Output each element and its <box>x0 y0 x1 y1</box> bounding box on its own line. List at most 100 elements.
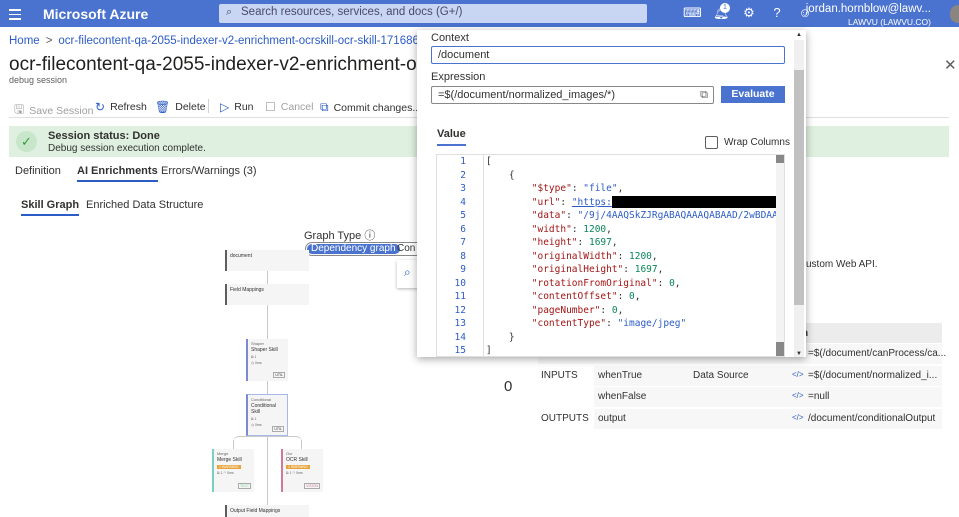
graph-type-toggle[interactable]: Dependency graph Con <box>305 242 425 256</box>
delete-button[interactable]: 🗑︎ Delete <box>155 100 206 114</box>
avatar[interactable] <box>950 5 959 23</box>
menu-icon[interactable] <box>9 6 21 20</box>
commit-button[interactable]: ⧉ Commit changes... <box>320 100 421 115</box>
json-viewer[interactable]: 1 2 3 4 5 6 7 8 9 10 11 12 13 14 15 [ { "$type": "file… <box>436 154 785 357</box>
line-number: 5 <box>460 210 466 221</box>
code-icon[interactable]: </> <box>792 413 804 422</box>
row-value: =$(/document/normalized_i... <box>808 369 938 381</box>
tab-enriched-data-structure[interactable]: Enriched Data Structure <box>86 199 203 211</box>
graph-edge <box>267 436 268 505</box>
code-icon[interactable]: </> <box>792 370 804 379</box>
row-name: output <box>598 413 626 425</box>
line-number: 14 <box>454 331 466 343</box>
graph-node-conditional[interactable]: Conditional Conditional Skill ⧉ 1 ◷ 0ms UTIL <box>246 394 288 436</box>
row-value: =$(/document/canProcess/ca... <box>808 348 947 359</box>
search-icon: ⌕ <box>226 6 233 18</box>
line-number: 9 <box>460 264 466 275</box>
row-value: /document/conditionalOutput <box>808 413 936 425</box>
graph-node-document[interactable]: document <box>225 250 309 271</box>
scroll-down-icon[interactable]: ▼ <box>796 351 802 357</box>
line-number: 6 <box>460 223 466 235</box>
row-section: INPUTS <box>541 369 578 381</box>
tab-ai-enrichments[interactable]: AI Enrichments <box>77 165 158 182</box>
cancel-icon: ☐ <box>265 100 276 114</box>
evaluate-button[interactable]: Evaluate <box>721 86 785 103</box>
tab-value[interactable]: Value <box>437 128 466 146</box>
line-number: 4 <box>460 196 466 208</box>
page-subtitle: debug session <box>9 75 68 85</box>
row-section: OUTPUTS <box>541 413 589 425</box>
notification-badge: 1 <box>720 3 730 13</box>
tenant: LAWVU (LAWVU.CO) <box>848 17 931 27</box>
option-other[interactable]: Con <box>397 243 415 255</box>
graph-edge <box>267 305 268 339</box>
graph-type-label: Graph Type ⓘ <box>304 230 376 242</box>
graph-edge <box>267 271 268 284</box>
gear-icon[interactable]: ⚙ <box>741 5 757 21</box>
graph-node-merge[interactable]: Merge Merge Skill 1 WARNING ⧉ 1 ◷ 0ms TEXT <box>212 449 254 492</box>
context-input[interactable]: /document <box>431 46 785 64</box>
copy-icon[interactable]: ⧉ <box>700 89 708 102</box>
line-number: 8 <box>460 250 466 262</box>
redaction <box>611 196 776 208</box>
breadcrumb-current[interactable]: ocr-filecontent-qa-2055-indexer-v2-enric… <box>58 35 463 47</box>
wrap-columns-label: Wrap Columns <box>724 137 790 148</box>
brand[interactable]: Microsoft Azure <box>43 6 148 22</box>
scroll-up-icon[interactable]: ▲ <box>796 32 802 38</box>
graph-node-ocr[interactable]: Ocr OCR Skill 1 WARNING ⧉ 1 ◷ 0ms VISION <box>281 449 323 492</box>
status-title: Session status: Done <box>48 130 160 142</box>
divider <box>208 99 209 113</box>
delete-label: Delete <box>175 101 206 113</box>
popup-scrollbar[interactable]: ▲ ▼ <box>794 32 804 357</box>
refresh-label: Refresh <box>110 101 147 113</box>
graph-node-shaper[interactable]: Shaper Shaper Skill ⧉ 1 ◷ 0ms UTIL <box>246 339 288 381</box>
graph-node-output-field-mappings[interactable]: Output Field Mappings <box>225 505 309 517</box>
line-number: 2 <box>460 169 466 181</box>
tab-skill-graph[interactable]: Skill Graph <box>21 199 80 216</box>
search-input[interactable]: ⌕ Search resources, services, and docs (G… <box>219 4 647 23</box>
run-label: Run <box>234 101 254 113</box>
copy-icon: ⧉ <box>320 100 329 114</box>
row-name: whenFalse <box>598 391 647 403</box>
line-number: 12 <box>454 304 466 316</box>
account[interactable]: jordan.hornblow@lawv... LAWVU (LAWVU.CO) <box>806 3 931 29</box>
expression-label: Expression <box>431 71 486 83</box>
skill-description: ustom Web API. <box>806 259 878 270</box>
tab-definition[interactable]: Definition <box>15 165 61 177</box>
expression-evaluator-popup: Context /document Expression =$(/documen… <box>417 30 806 357</box>
cloud-shell-icon[interactable]: ⌨ <box>683 5 702 21</box>
line-number: 10 <box>454 277 466 289</box>
save-label: Save Session <box>29 104 94 117</box>
table-row[interactable]: whenFalse </> =null <box>538 386 942 408</box>
help-icon[interactable]: ? <box>769 5 785 20</box>
table-row[interactable]: OUTPUTS output </> /document/conditional… <box>538 408 942 430</box>
cancel-label: Cancel <box>280 101 314 113</box>
json-content: [ { "$type": "file", "url": "https: "dat… <box>483 155 776 356</box>
graph-node-field-mappings[interactable]: Field Mappings <box>225 284 309 305</box>
refresh-icon: ↻ <box>95 100 106 114</box>
code-scrollbar[interactable] <box>776 155 784 356</box>
cancel-button[interactable]: ☐ Cancel <box>265 100 313 114</box>
item-count: 0 <box>504 378 513 395</box>
table-row[interactable]: INPUTS whenTrue Data Source </> =$(/docu… <box>538 364 942 386</box>
check-icon: ✓ <box>16 131 37 152</box>
line-number: 15 <box>454 345 466 356</box>
option-dependency-graph[interactable]: Dependency graph <box>307 244 400 254</box>
code-icon[interactable]: </> <box>792 391 804 400</box>
status-message: Debug session execution complete. <box>48 143 206 154</box>
close-icon[interactable]: ✕ <box>944 56 957 74</box>
tab-errors-warnings[interactable]: Errors/Warnings (3) <box>161 165 257 177</box>
play-icon: ▷ <box>220 100 230 114</box>
commit-label: Commit changes... <box>333 101 422 114</box>
expression-input[interactable]: =$(/document/normalized_images/*) ⧉ <box>431 86 714 104</box>
search-placeholder: Search resources, services, and docs (G+… <box>241 6 463 18</box>
line-number: 7 <box>460 237 466 248</box>
line-numbers: 1 2 3 4 5 6 7 8 9 10 11 12 13 14 15 <box>437 155 482 356</box>
graph-edge <box>233 436 302 442</box>
row-value: =null <box>808 391 830 403</box>
line-number: 1 <box>460 156 466 167</box>
run-button[interactable]: ▷ Run <box>220 100 254 114</box>
wrap-columns-checkbox[interactable] <box>705 136 718 149</box>
breadcrumb-home[interactable]: Home <box>9 35 40 47</box>
refresh-button[interactable]: ↻ Refresh <box>95 100 147 114</box>
